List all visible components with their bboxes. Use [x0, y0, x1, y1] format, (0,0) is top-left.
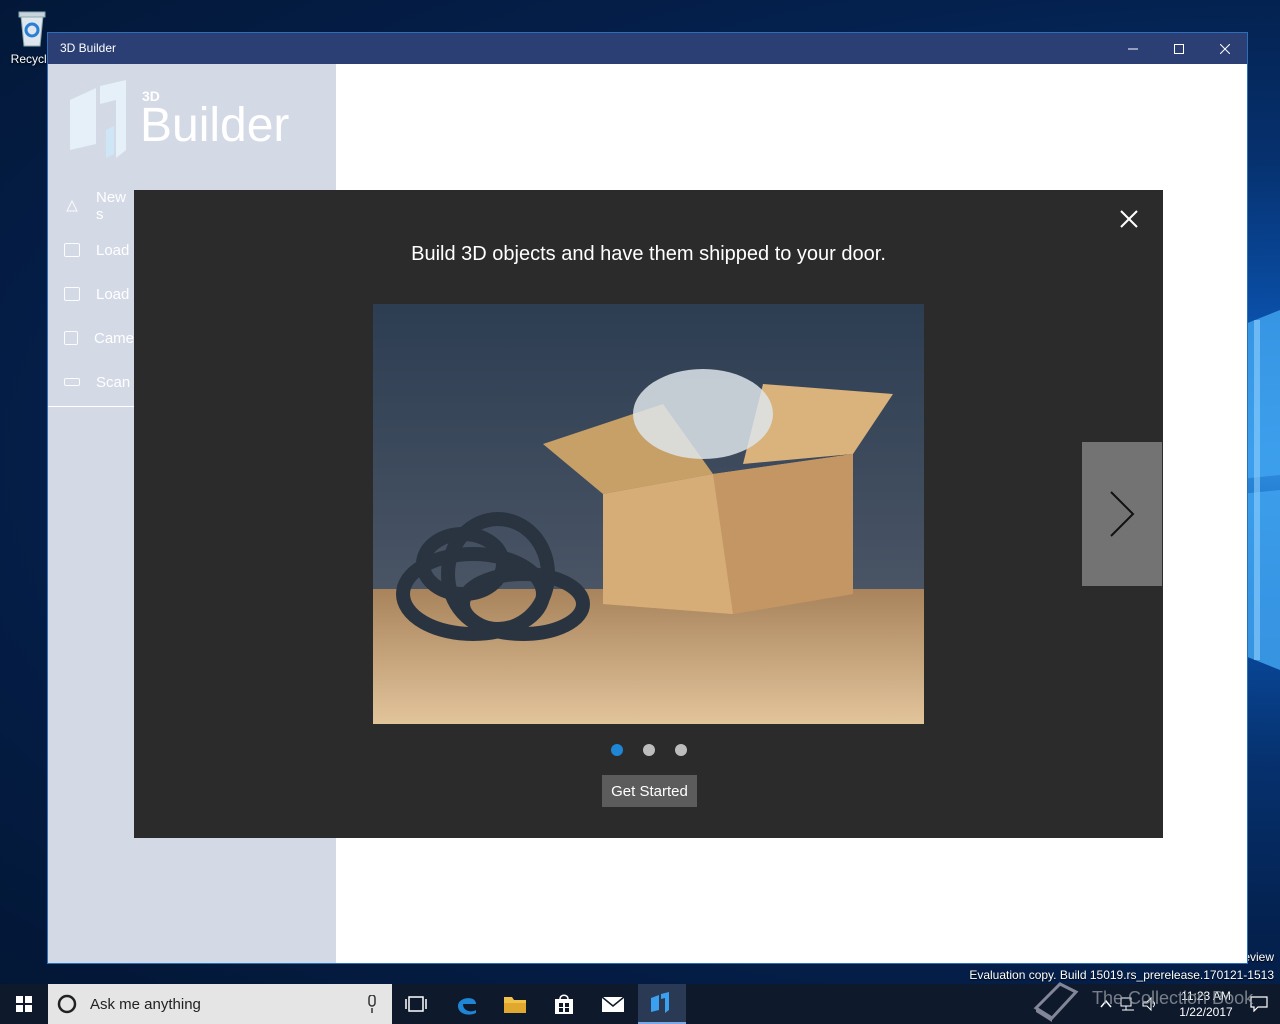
sidebar-item-label: Came [93, 329, 134, 347]
edge-button[interactable] [443, 984, 491, 1024]
minimize-icon [1128, 48, 1138, 49]
next-slide-button[interactable] [1082, 442, 1162, 586]
dialog-title: Build 3D objects and have them shipped t… [411, 243, 886, 265]
cortana-icon [57, 994, 77, 1014]
file-explorer-button[interactable] [491, 984, 539, 1024]
dialog-close-button[interactable] [1112, 202, 1146, 236]
chevron-right-icon [1110, 491, 1135, 537]
close-icon [1120, 210, 1138, 228]
search-box[interactable]: Ask me anything [48, 984, 392, 1024]
watermark: The Collection Book [1030, 978, 1270, 1024]
sidebar-menu: New s Load Load Came Scan [48, 184, 134, 407]
3d-builder-icon [651, 992, 669, 1013]
camera-icon [64, 331, 78, 345]
title-bar[interactable]: 3D Builder [48, 33, 1247, 64]
book-icon [1033, 982, 1079, 1022]
recycle-bin-icon [17, 8, 47, 48]
close-icon [1220, 43, 1230, 54]
new-scene-icon [64, 199, 80, 213]
close-button[interactable] [1202, 33, 1248, 64]
sidebar-item-label: Scan [96, 373, 131, 391]
edge-icon [458, 998, 476, 1015]
minimize-button[interactable] [1110, 33, 1156, 64]
scan-icon [64, 378, 80, 386]
window-title: 3D Builder [60, 41, 117, 55]
slide-dot-2[interactable] [642, 744, 655, 756]
slide-image [373, 304, 924, 724]
sidebar-item-camera[interactable]: Came [48, 316, 134, 360]
brand-logo: 3D Builder [66, 80, 326, 164]
brand-name: Builder [140, 99, 290, 152]
load-image-icon [64, 287, 80, 301]
store-icon [555, 994, 573, 1014]
3d-builder-logo-icon [70, 80, 126, 158]
slide-indicator [134, 744, 1163, 756]
load-object-icon [64, 243, 80, 257]
slide-dot-1[interactable] [610, 744, 623, 756]
sidebar-item-label: Load [96, 241, 130, 259]
menu-divider [48, 406, 134, 407]
start-button[interactable] [0, 984, 48, 1024]
welcome-dialog: Build 3D objects and have them shipped t… [134, 190, 1163, 838]
mail-icon [601, 996, 625, 1012]
maximize-icon [1174, 43, 1184, 54]
sidebar-item-scan[interactable]: Scan [48, 360, 134, 404]
folder-icon [504, 997, 526, 1013]
sidebar-item-new-scene[interactable]: New s [48, 184, 134, 228]
sidebar-item-load-object[interactable]: Load [48, 228, 134, 272]
maximize-button[interactable] [1156, 33, 1202, 64]
task-view-button[interactable] [392, 984, 440, 1024]
mail-button[interactable] [589, 984, 637, 1024]
get-started-button[interactable]: Get Started [602, 775, 697, 807]
sidebar-item-label: Load [96, 285, 130, 303]
sidebar-item-label: New s [96, 189, 127, 223]
slide-dot-3[interactable] [674, 744, 687, 756]
microphone-icon[interactable] [366, 995, 378, 1013]
3d-builder-taskbar-button[interactable] [638, 984, 686, 1024]
store-button[interactable] [540, 984, 588, 1024]
task-view-icon [405, 996, 427, 1012]
watermark-text: The Collection Book [1092, 988, 1254, 1008]
windows-logo-icon [16, 996, 32, 1012]
sidebar-item-load-image[interactable]: Load [48, 272, 134, 316]
search-placeholder: Ask me anything [90, 995, 201, 1013]
